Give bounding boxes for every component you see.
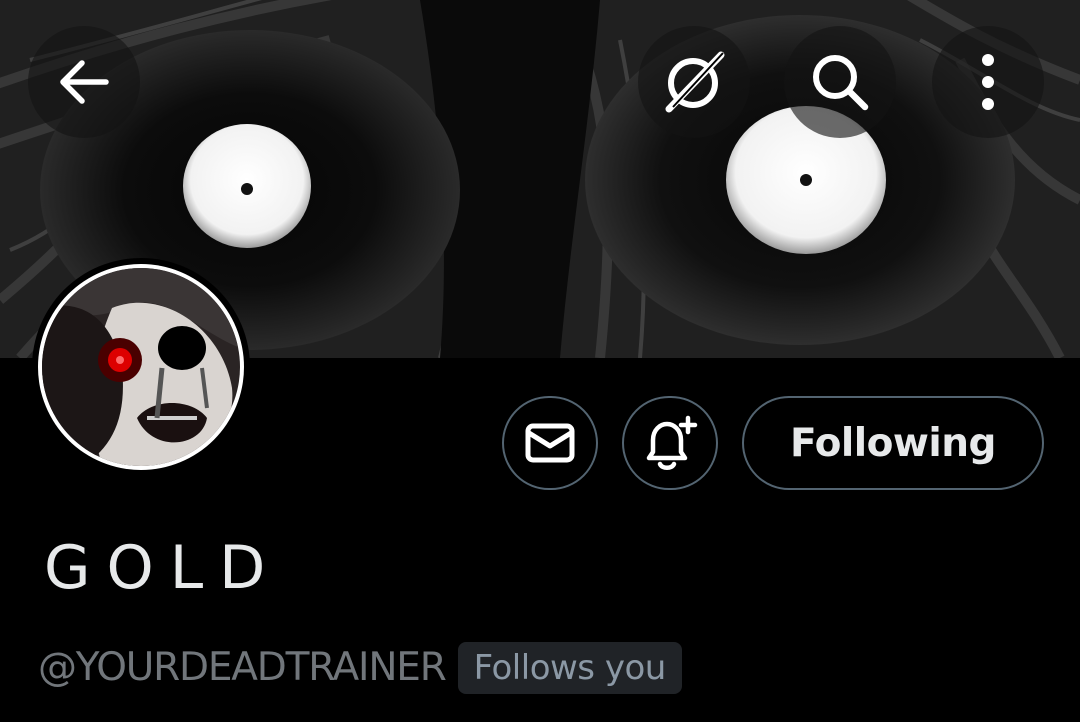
more-vertical-icon <box>982 54 994 110</box>
notifications-button[interactable] <box>622 396 718 490</box>
grok-slash-icon <box>665 51 725 113</box>
handle-row: @YOURDEADTRAINER Follows you <box>38 640 682 696</box>
more-options-button[interactable] <box>932 26 1044 138</box>
following-button[interactable]: Following <box>742 396 1044 490</box>
envelope-icon <box>525 423 575 463</box>
display-name: GOLD <box>44 533 282 603</box>
avatar[interactable] <box>32 258 250 476</box>
message-button[interactable] <box>502 396 598 490</box>
following-label: Following <box>790 420 996 466</box>
user-handle: @YOURDEADTRAINER <box>38 645 447 690</box>
grok-button[interactable] <box>638 26 750 138</box>
search-button[interactable] <box>784 26 896 138</box>
arrow-left-icon <box>60 60 109 104</box>
avatar-image <box>42 268 240 466</box>
follows-you-badge: Follows you <box>457 642 682 694</box>
search-icon <box>813 55 869 111</box>
back-button[interactable] <box>28 26 140 138</box>
bell-plus-icon <box>646 415 698 470</box>
